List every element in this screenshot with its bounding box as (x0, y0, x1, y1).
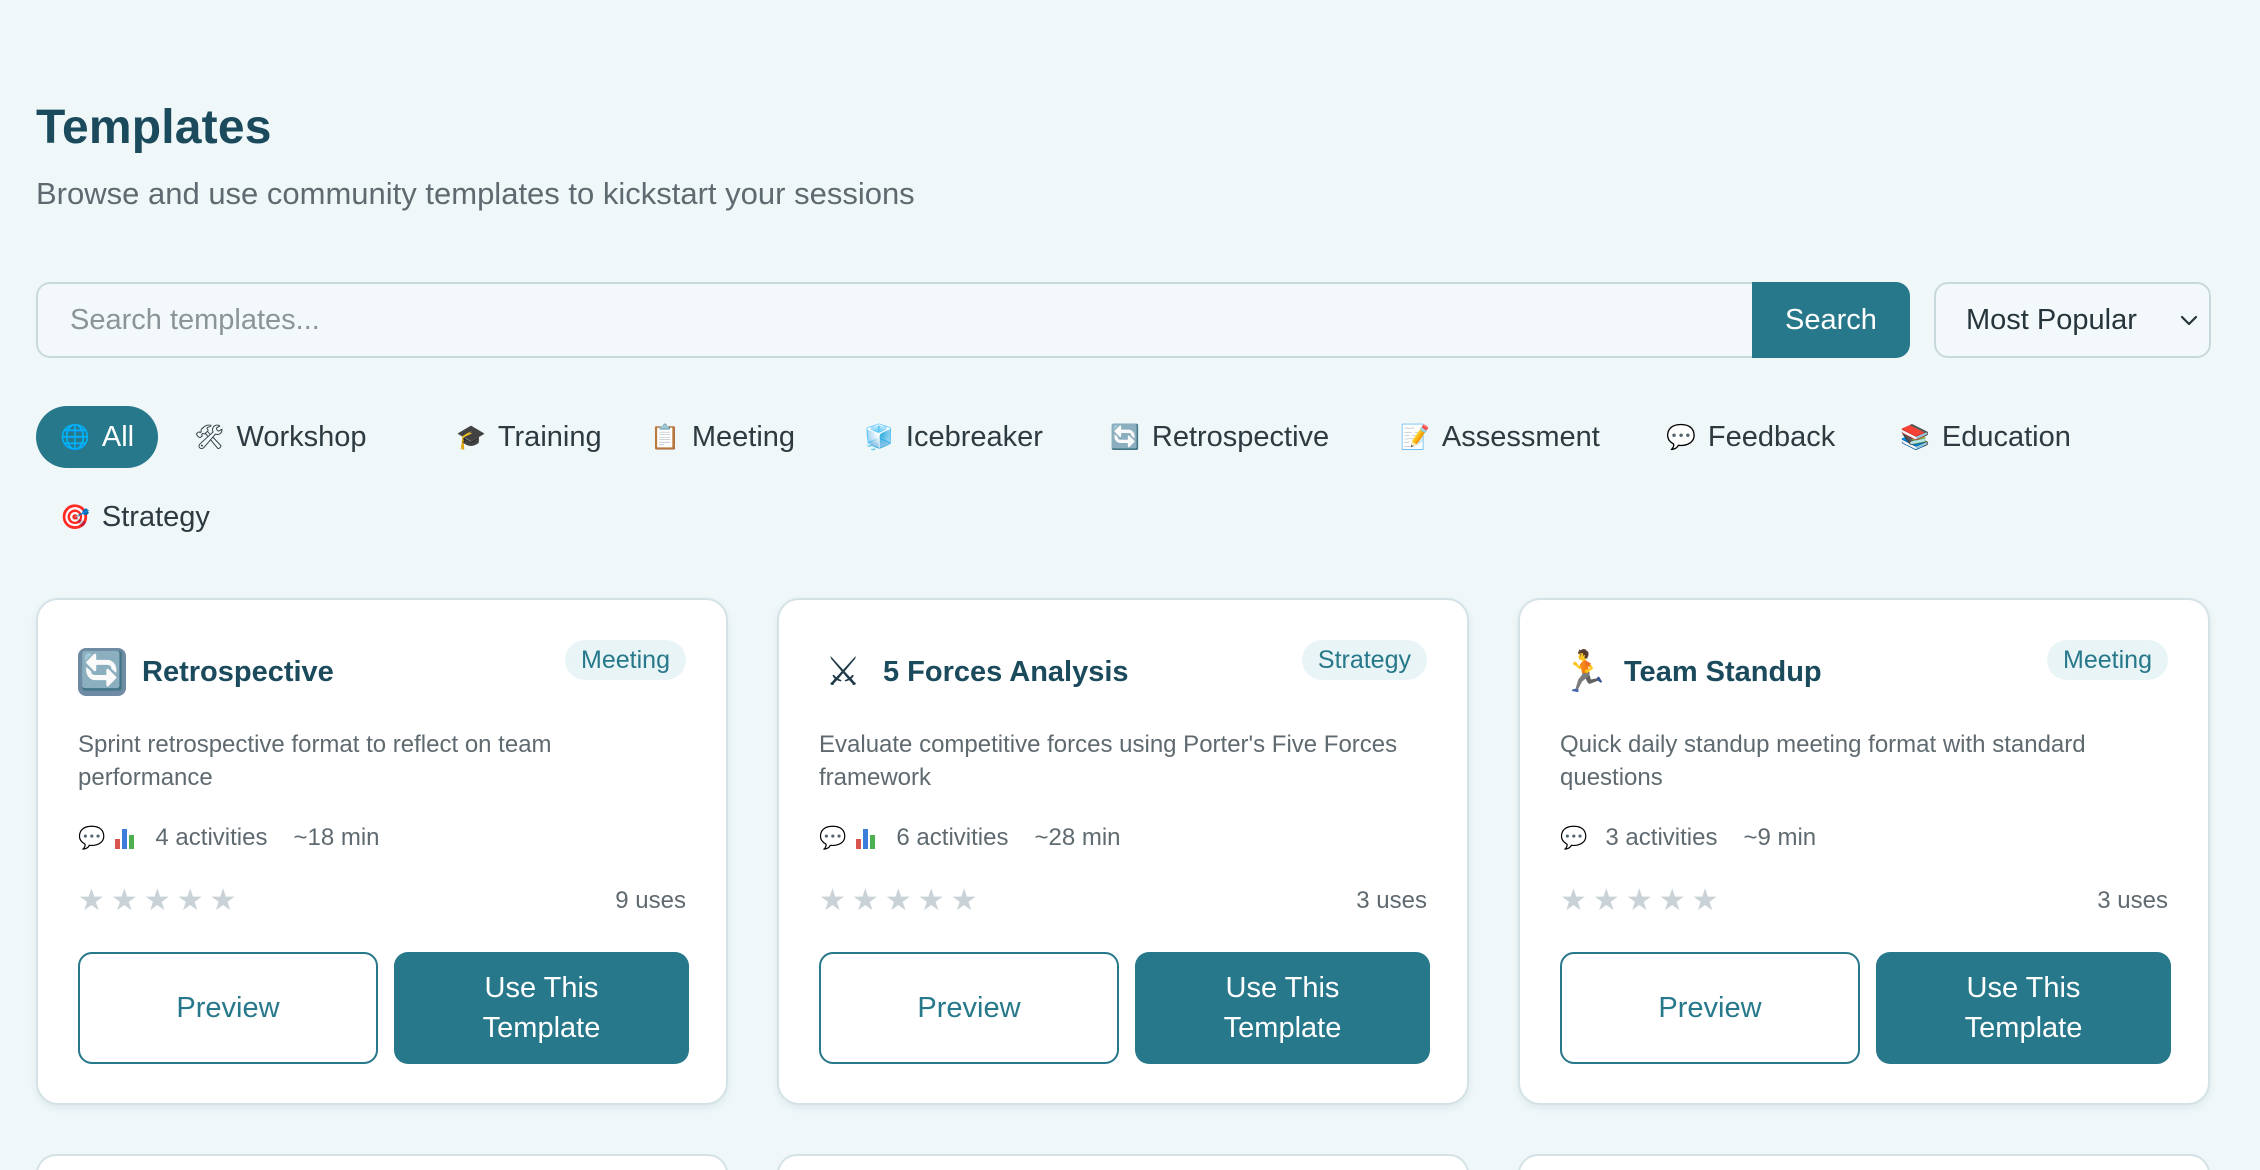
filter-chip-training[interactable]: 🎓 Training (432, 406, 626, 468)
preview-button[interactable]: Preview (819, 952, 1119, 1064)
use-count: 3 uses (2097, 887, 2168, 914)
category-badge: Strategy (1301, 640, 1427, 680)
filter-chip-assessment[interactable]: 📝 Assessment (1376, 406, 1624, 468)
duration: ~28 min (1034, 824, 1121, 851)
duration: ~18 min (293, 824, 380, 851)
filter-chip-retrospective[interactable]: 🔄 Retrospective (1086, 406, 1353, 468)
chevron-down-icon (2180, 315, 2198, 326)
ice-cube-icon: 🧊 (864, 423, 894, 451)
star-icon: ★ (209, 883, 237, 918)
graduation-cap-icon: 🎓 (456, 423, 486, 451)
star-icon: ★ (1691, 883, 1719, 918)
card-meta: 💬 3 activities ~9 min (1560, 820, 1816, 856)
filter-chip-label: Retrospective (1151, 420, 1330, 453)
star-icon: ★ (917, 883, 945, 918)
activity-count: 6 activities (896, 824, 1009, 851)
card-title: Retrospective (142, 656, 334, 688)
search-input[interactable] (36, 282, 1752, 358)
duration: ~9 min (1743, 824, 1817, 851)
star-icon: ★ (1625, 883, 1653, 918)
filter-chip-label: Assessment (1441, 420, 1600, 453)
filter-chip-icebreaker[interactable]: 🧊 Icebreaker (840, 406, 1067, 468)
card-title: 5 Forces Analysis (883, 656, 1129, 688)
filter-chip-label: Strategy (101, 500, 210, 533)
category-badge: Meeting (565, 640, 686, 680)
star-rating: ★ ★ ★ ★ ★ (1560, 883, 1719, 918)
memo-icon: 📝 (1400, 423, 1430, 451)
books-icon: 📚 (1900, 423, 1930, 451)
star-rating: ★ ★ ★ ★ ★ (819, 883, 978, 918)
template-card-partial (1518, 1154, 2210, 1170)
bar-chart-icon (856, 827, 878, 849)
star-icon: ★ (176, 883, 204, 918)
refresh-icon: 🔄 (1110, 423, 1140, 451)
card-meta: 💬 4 activities ~18 min (78, 820, 380, 856)
page-subtitle: Browse and use community templates to ki… (36, 176, 915, 211)
filter-chip-label: Feedback (1707, 420, 1836, 453)
star-icon: ★ (819, 883, 846, 918)
crossed-swords-icon: ⚔ (825, 649, 861, 695)
star-icon: ★ (78, 883, 105, 918)
speech-bubble-icon: 💬 (78, 825, 106, 851)
use-template-button[interactable]: Use This Template (1876, 952, 2171, 1064)
runner-icon: 🏃 (1560, 649, 1610, 695)
use-count: 3 uses (1356, 887, 1427, 914)
sort-selected-value: Most Popular (1966, 303, 2137, 336)
speech-bubble-icon: 💬 (1666, 423, 1696, 451)
preview-button[interactable]: Preview (1560, 952, 1860, 1064)
filter-chip-workshop[interactable]: 🛠 Workshop (170, 406, 391, 468)
filter-chip-label: Meeting (691, 420, 796, 453)
activity-count: 4 activities (155, 824, 268, 851)
speech-bubble-icon: 💬 (819, 825, 847, 851)
star-rating: ★ ★ ★ ★ ★ (78, 883, 237, 918)
card-title: Team Standup (1624, 656, 1822, 688)
filter-chip-education[interactable]: 📚 Education (1876, 406, 2095, 468)
filter-chip-feedback[interactable]: 💬 Feedback (1642, 406, 1859, 468)
star-icon: ★ (950, 883, 978, 918)
star-icon: ★ (884, 883, 912, 918)
filter-chip-meeting[interactable]: 📋 Meeting (626, 406, 819, 468)
filter-chip-all[interactable]: 🌐 All (36, 406, 159, 468)
star-icon: ★ (1592, 883, 1620, 918)
star-icon: ★ (1658, 883, 1686, 918)
speech-bubble-icon: 💬 (1560, 825, 1588, 851)
template-card-partial (777, 1154, 1469, 1170)
card-description: Quick daily standup meeting format with … (1560, 731, 2086, 791)
use-template-button[interactable]: Use This Template (394, 952, 689, 1064)
star-icon: ★ (143, 883, 171, 918)
template-card: ⚔ 5 Forces Analysis Strategy Evaluate co… (777, 598, 1469, 1105)
star-icon: ★ (1560, 883, 1587, 918)
filter-chip-strategy[interactable]: 🎯 Strategy (36, 486, 234, 548)
filter-chip-label: Education (1941, 420, 2071, 453)
refresh-icon: 🔄 (78, 648, 126, 696)
bar-chart-icon (115, 827, 137, 849)
target-icon: 🎯 (60, 503, 90, 531)
card-description: Evaluate competitive forces using Porter… (819, 731, 1398, 791)
star-icon: ★ (851, 883, 879, 918)
category-filters: 🌐 All 🛠 Workshop 🎓 Training 📋 Meeting 🧊 … (36, 406, 2211, 566)
clipboard-icon: 📋 (650, 423, 680, 451)
search-button[interactable]: Search (1752, 282, 1910, 358)
template-card: 🔄 Retrospective Meeting Sprint retrospec… (36, 598, 728, 1105)
template-card-partial (36, 1154, 728, 1170)
page-title: Templates (36, 101, 272, 154)
card-description: Sprint retrospective format to reflect o… (78, 731, 552, 791)
star-icon: ★ (110, 883, 138, 918)
card-meta: 💬 6 activities ~28 min (819, 820, 1121, 856)
sort-select[interactable]: Most Popular (1934, 282, 2211, 358)
activity-count: 3 activities (1605, 824, 1718, 851)
search-row: Search Most Popular (36, 282, 2211, 358)
category-badge: Meeting (2047, 640, 2168, 680)
filter-chip-label: All (101, 420, 135, 453)
use-count: 9 uses (615, 887, 686, 914)
filter-chip-label: Training (497, 420, 602, 453)
use-template-button[interactable]: Use This Template (1135, 952, 1430, 1064)
globe-icon: 🌐 (60, 423, 90, 451)
template-card: 🏃 Team Standup Meeting Quick daily stand… (1518, 598, 2210, 1105)
filter-chip-label: Icebreaker (905, 420, 1043, 453)
preview-button[interactable]: Preview (78, 952, 378, 1064)
tools-icon: 🛠 (194, 423, 225, 451)
filter-chip-label: Workshop (236, 420, 367, 453)
